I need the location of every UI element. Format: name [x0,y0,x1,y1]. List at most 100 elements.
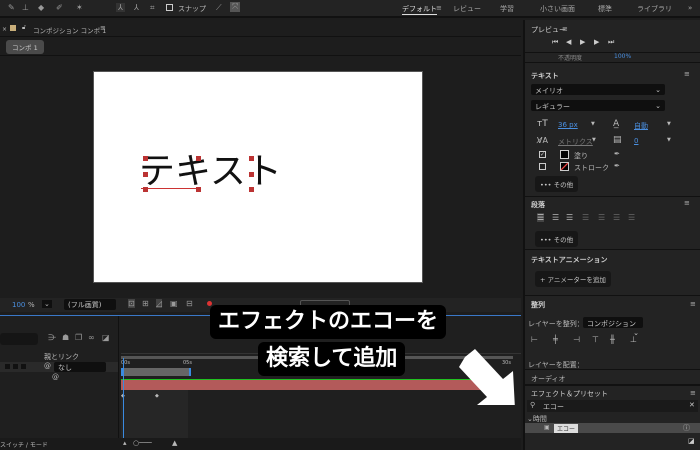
align-vertical-center-icon[interactable]: ╫ [610,335,615,344]
align-left-icon[interactable]: ☰ [537,213,545,222]
selection-handle[interactable] [249,172,254,177]
clear-search-icon[interactable]: ✕ [689,401,695,409]
opacity-value[interactable]: 100% [614,53,631,60]
eyedropper-icon[interactable]: ✒ [614,150,620,158]
puppet-pin-icon[interactable]: ✶ [76,3,83,12]
next-frame-icon[interactable]: ▶ [594,38,599,46]
draft-3d-icon[interactable]: ⋺ [48,333,56,342]
font-style-dropdown[interactable]: レギュラー ⌄ [531,100,665,111]
motion-blur-icon[interactable]: ∞ [88,333,95,342]
comp-tab[interactable]: コンポ 1 [6,40,44,54]
align-left-edges-icon[interactable]: ⊢ [531,335,538,344]
prev-frame-icon[interactable]: ◀ [566,38,571,46]
panel-menu-icon[interactable]: ≡ [684,199,690,207]
transparency-grid-icon[interactable]: ⊞ [142,299,149,308]
panel-menu-icon[interactable]: ≡ [690,389,696,397]
workspace-review[interactable]: レビュー [453,4,481,14]
panel-menu-icon[interactable]: ≡ [684,70,690,78]
justify-right-icon[interactable]: ☰ [613,213,620,222]
panel-menu-icon[interactable]: ≡ [562,25,568,33]
snap-expand-icon[interactable]: ⤧ [230,2,241,12]
zoom-in-icon[interactable]: ▲ [172,439,177,447]
workspace-small-screen[interactable]: 小さい画面 [540,4,575,14]
dropdown-arrow-icon[interactable]: ▼ [591,121,595,127]
dropdown-arrow-icon[interactable]: ▼ [667,137,671,143]
info-icon[interactable]: ⓘ [683,423,690,433]
workspace-standard[interactable]: 標準 [598,4,612,14]
play-icon[interactable]: ▶ [580,38,585,46]
lock-icon[interactable]: 🔓︎ [22,24,26,32]
workspace-default[interactable]: デフォルト [402,4,437,15]
font-size-field[interactable]: 36 px [558,121,578,129]
selection-handle[interactable] [196,156,201,161]
workspace-more-icon[interactable]: » [688,4,692,12]
stroke-checkbox[interactable] [539,163,546,170]
effect-result-row[interactable]: ▣ エコー ⓘ [525,423,700,433]
mask-visibility-icon[interactable]: ◿ [156,299,163,308]
shy-icon[interactable]: ☗ [62,333,69,342]
font-family-dropdown[interactable]: メイリオ ⌄ [531,84,665,95]
fill-color-swatch[interactable] [560,150,569,159]
eraser-icon[interactable]: ◆ [38,3,44,12]
playhead[interactable] [123,358,124,450]
pickwhip-icon[interactable]: @ [44,362,51,370]
zoom-value[interactable]: 100 [12,301,25,309]
brush-icon[interactable]: ✎ [8,3,15,12]
pickwhip-icon[interactable]: @ [52,373,59,381]
timeline-search-input[interactable] [0,333,38,345]
zoom-out-icon[interactable]: ▴ [123,439,127,447]
workspace-libraries[interactable]: ライブラリ [637,4,672,14]
snap-checkbox[interactable] [166,4,173,11]
justify-left-icon[interactable]: ☰ [582,213,589,222]
first-frame-icon[interactable]: ⏮ [552,38,558,47]
fill-checkbox[interactable]: ✓ [539,151,546,158]
region-of-interest-icon[interactable]: ⊡ [128,299,135,308]
leading-field[interactable]: 自動 [634,121,648,131]
grid-icon[interactable]: ⊟ [186,299,193,308]
selection-handle[interactable] [143,187,148,192]
stamp-icon[interactable]: ⊥ [22,3,29,12]
effects-search-input[interactable]: ⚲ エコー ✕ [527,400,698,412]
keyframe-icon[interactable]: ◆ [155,393,159,399]
selection-handle[interactable] [249,187,254,192]
roto-brush-icon[interactable]: ✐ [56,3,63,12]
new-preset-icon[interactable]: ◪ [688,437,695,445]
layer-row[interactable]: @ なし [0,362,118,372]
guides-icon[interactable]: ▣ [170,299,178,308]
snap-edge-icon[interactable]: ⟋ [216,3,222,13]
comp-canvas[interactable]: テキスト [93,71,423,283]
align-right-icon[interactable]: ☰ [566,213,573,222]
axis-local-icon[interactable]: ⅄ [116,3,125,12]
align-to-dropdown[interactable]: コンポジション ⌄ [583,317,643,337]
align-top-edges-icon[interactable]: ⊤ [592,335,599,344]
workspace-menu-icon[interactable]: ≡ [436,4,442,12]
axis-view-icon[interactable]: ⌗ [150,3,155,13]
work-area-range[interactable] [121,368,191,376]
parent-dropdown[interactable]: なし [54,362,106,372]
kerning-field[interactable]: メトリクス [558,137,593,147]
panel-menu-icon[interactable]: ≡ [690,300,696,308]
selection-handle[interactable] [143,156,148,161]
align-center-icon[interactable]: ☰ [552,213,559,222]
eyedropper-icon[interactable]: ✒ [614,162,620,170]
selection-handle[interactable] [143,172,148,177]
workspace-learn[interactable]: 学習 [500,4,514,14]
tracking-field[interactable]: 0 [634,137,638,145]
justify-all-icon[interactable]: ☰ [628,213,635,222]
panel-menu-icon[interactable]: ≡ [100,24,106,32]
last-frame-icon[interactable]: ⏭ [608,38,614,47]
add-animator-button[interactable]: + アニメーターを追加 [535,271,611,287]
dropdown-arrow-icon[interactable]: ▼ [592,137,596,143]
graph-editor-icon[interactable]: ◪ [102,333,110,342]
color-channel-icon[interactable] [207,301,212,306]
axis-world-icon[interactable]: ⅄ [134,3,139,12]
switches-modes-toggle[interactable]: スイッチ / モード [0,440,48,449]
justify-center-icon[interactable]: ☰ [598,213,605,222]
zoom-slider[interactable]: ○─── [133,439,152,447]
frame-blend-icon[interactable]: ❐ [75,333,82,342]
stroke-color-swatch[interactable] [560,162,569,171]
zoom-dropdown-icon[interactable]: ⌄ [42,300,52,308]
paragraph-more-button[interactable]: ••• その他 [535,231,579,247]
text-more-button[interactable]: ••• その他 [535,176,579,192]
close-icon[interactable]: × [2,26,7,33]
